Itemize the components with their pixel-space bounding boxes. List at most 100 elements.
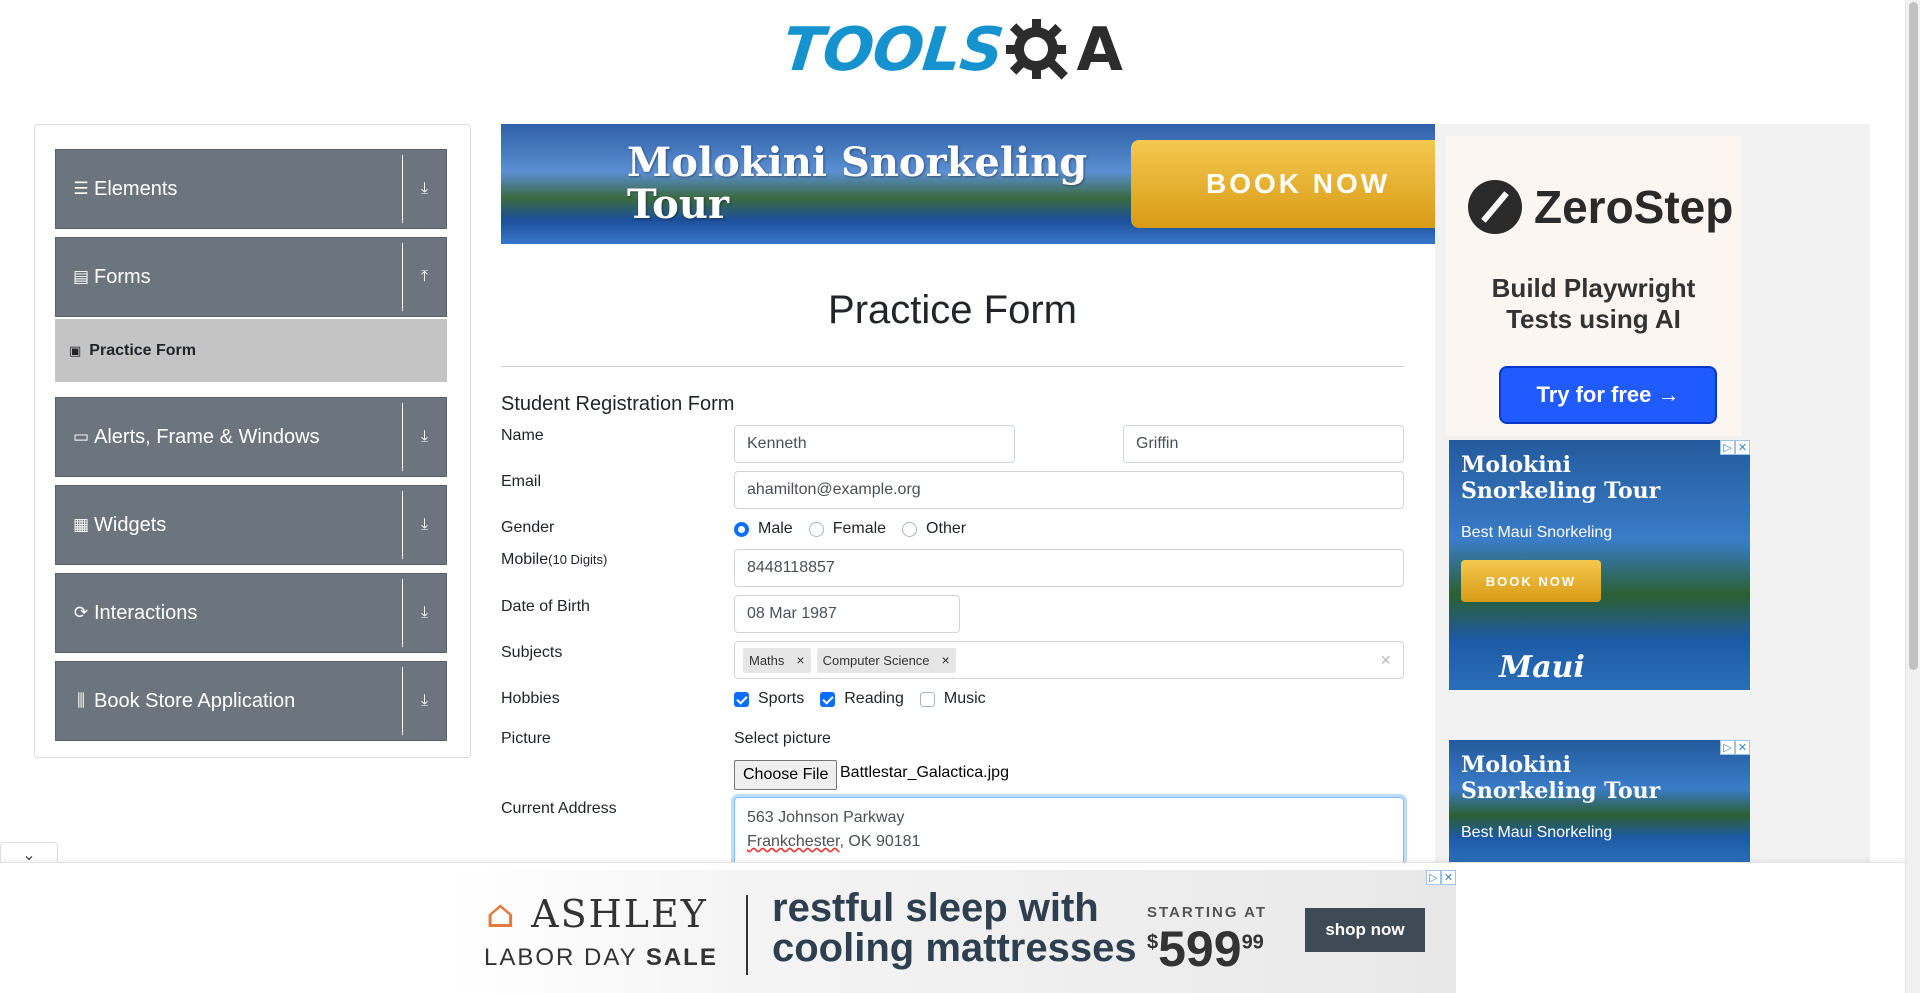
side-ad-brand: Maui <box>1499 650 1585 685</box>
current-address-textarea[interactable]: 563 Johnson Parkway Frankchester, OK 901… <box>734 797 1404 869</box>
radio-male[interactable] <box>734 521 749 537</box>
side-ad-title: Molokini Snorkeling Tour <box>1461 752 1661 805</box>
radio-label: Female <box>832 520 887 537</box>
price-symbol: $ <box>1147 931 1159 954</box>
radio-female[interactable] <box>808 521 824 537</box>
sidebar-item-label: Practice Form <box>89 341 197 359</box>
clear-all-icon[interactable]: × <box>1380 650 1391 671</box>
download-arrow-icon[interactable]: ⤓ <box>402 491 446 559</box>
subjects-input[interactable]: Maths × Computer Science × × <box>734 641 1404 679</box>
ashley-brand: ASHLEY <box>531 892 708 936</box>
window-icon: ▭ <box>72 427 90 446</box>
molokini-side-ad-1[interactable]: ▷ ✕ Molokini Snorkeling Tour Best Maui Sn… <box>1449 440 1750 690</box>
checkbox-label: Music <box>943 690 986 707</box>
page-scrollbar[interactable] <box>1905 0 1920 993</box>
side-ad-subtitle: Best Maui Snorkeling <box>1461 524 1613 541</box>
sidebar-group-elements[interactable]: ☰ Elements ⤓ <box>55 149 447 229</box>
ad-title: Molokini Snorkeling Tour <box>627 139 1088 228</box>
molokini-side-ad-2[interactable]: ▷ ✕ Molokini Snorkeling Tour Best Maui Sn… <box>1449 740 1750 862</box>
sidebar-group-widgets[interactable]: ▦ Widgets ⤓ <box>55 485 447 565</box>
sidebar-group-forms[interactable]: ▤ Forms ⤒ <box>55 237 447 317</box>
zerostep-ad[interactable]: ZeroStep Build Playwright Tests using AI… <box>1446 136 1741 436</box>
mobile-hint: (10 Digits) <box>548 552 608 567</box>
radio-other[interactable] <box>902 521 918 537</box>
mobile-input[interactable]: 8448118857 <box>734 549 1404 587</box>
hobby-music-option[interactable]: Music <box>919 690 986 708</box>
sidebar-group-label: Interactions <box>94 601 198 624</box>
hobbies-label: Hobbies <box>501 690 560 707</box>
ashley-sub-normal: LABOR DAY <box>484 944 646 971</box>
sidebar-group-label: Widgets <box>94 513 167 536</box>
date-of-birth-input[interactable]: 08 Mar 1987 <box>734 595 960 633</box>
email-label: Email <box>501 473 542 490</box>
hamburger-icon: ☰ <box>73 179 89 198</box>
gender-other-option[interactable]: Other <box>902 520 966 538</box>
picture-label: Picture <box>501 730 551 747</box>
checkbox-reading[interactable] <box>820 691 836 707</box>
zerostep-logo: ZeroStep <box>1468 180 1733 234</box>
download-arrow-icon[interactable]: ⤓ <box>402 667 446 735</box>
gear-q-icon <box>1004 15 1074 85</box>
upload-arrow-icon[interactable]: ⤒ <box>402 243 446 311</box>
subject-tag-label: Maths <box>749 652 785 668</box>
ad-book-now-button[interactable]: BOOK NOW <box>1131 140 1435 228</box>
download-arrow-icon[interactable]: ⤓ <box>402 403 446 471</box>
sidebar-group-label: Elements <box>94 177 178 200</box>
logo-text-qa: A <box>1076 15 1122 85</box>
download-arrow-icon[interactable]: ⤓ <box>402 579 446 647</box>
checkbox-label: Sports <box>758 690 805 707</box>
top-banner-ad[interactable]: Molokini Snorkeling Tour BOOK NOW <box>501 124 1435 244</box>
sidebar-menu: ☰ Elements ⤓ ▤ Forms ⤒ ▣ Practice Form ▭ Al… <box>34 124 471 758</box>
email-input[interactable]: ahamilton@example.org <box>734 471 1404 509</box>
toolsqa-logo[interactable]: TOOLS A <box>779 15 1123 85</box>
last-name-input[interactable]: Griffin <box>1123 425 1404 463</box>
ad-info-icon[interactable]: ▷ <box>1720 440 1735 455</box>
side-ad-book-now-button[interactable]: BOOK NOW <box>1461 560 1601 602</box>
ashley-house-icon: ⌂ <box>486 892 518 936</box>
download-arrow-icon[interactable]: ⤓ <box>402 155 446 223</box>
gender-female-option[interactable]: Female <box>808 520 887 538</box>
sidebar-item-practice-form[interactable]: ▣ Practice Form <box>55 319 447 382</box>
sidebar-group-label: Book Store Application <box>94 689 296 712</box>
ad-close-icon[interactable]: ✕ <box>1735 740 1750 755</box>
headline-line-1: restful sleep with <box>772 886 1099 930</box>
ad-choices[interactable]: ▷ ✕ <box>1720 440 1750 455</box>
select-picture-label: Select picture <box>734 730 831 747</box>
ashley-subtitle: LABOR DAY SALE <box>484 944 718 972</box>
ad-choices[interactable]: ▷ ✕ <box>1426 870 1456 885</box>
sidebar-group-alerts[interactable]: ▭ Alerts, Frame & Windows ⤓ <box>55 397 447 477</box>
gender-male-option[interactable]: Male <box>734 520 793 538</box>
subject-tag-label: Computer Science <box>822 652 930 668</box>
form-heading: Student Registration Form <box>501 393 735 415</box>
ad-choices[interactable]: ▷ ✕ <box>1720 740 1750 755</box>
hobby-sports-option[interactable]: Sports <box>734 690 804 708</box>
choose-file-button[interactable]: Choose File <box>734 760 838 790</box>
address-city: Frankchester <box>747 833 840 850</box>
ad-close-icon[interactable]: ✕ <box>1441 870 1456 885</box>
first-name-input[interactable]: Kenneth <box>734 425 1015 463</box>
gender-label: Gender <box>501 519 555 536</box>
subject-tag-maths: Maths × <box>743 647 811 673</box>
scrollbar-thumb[interactable] <box>1909 2 1918 670</box>
address-state-zip: , OK 90181 <box>839 833 921 850</box>
hobbies-checkbox-group: Sports Reading Music <box>734 690 1002 708</box>
ashley-ad[interactable]: ▷ ✕ ⌂ ASHLEY LABOR DAY SALE restful sleep… <box>450 870 1456 993</box>
ad-info-icon[interactable]: ▷ <box>1720 740 1735 755</box>
mobile-label: Mobile(10 Digits) <box>501 551 607 569</box>
sidebar-group-book-store[interactable]: ⫼ Book Store Application ⤓ <box>55 661 447 741</box>
try-for-free-button[interactable]: Try for free → <box>1499 366 1717 424</box>
checkbox-label: Reading <box>844 690 904 707</box>
shop-now-button[interactable]: shop now <box>1305 908 1425 952</box>
gender-radio-group: Male Female Other <box>734 520 982 538</box>
ad-info-icon[interactable]: ▷ <box>1426 870 1441 885</box>
checkbox-sports[interactable] <box>734 691 749 707</box>
sidebar-group-interactions[interactable]: ⟳ Interactions ⤓ <box>55 573 447 653</box>
address-line-1: 563 Johnson Parkway <box>747 809 905 826</box>
ashley-headline: restful sleep with cooling mattresses <box>772 888 1137 968</box>
remove-tag-icon[interactable]: × <box>790 652 810 668</box>
hobby-reading-option[interactable]: Reading <box>820 690 904 708</box>
remove-tag-icon[interactable]: × <box>936 652 956 668</box>
ad-close-icon[interactable]: ✕ <box>1735 440 1750 455</box>
name-label: Name <box>501 427 544 444</box>
checkbox-music[interactable] <box>919 691 935 707</box>
